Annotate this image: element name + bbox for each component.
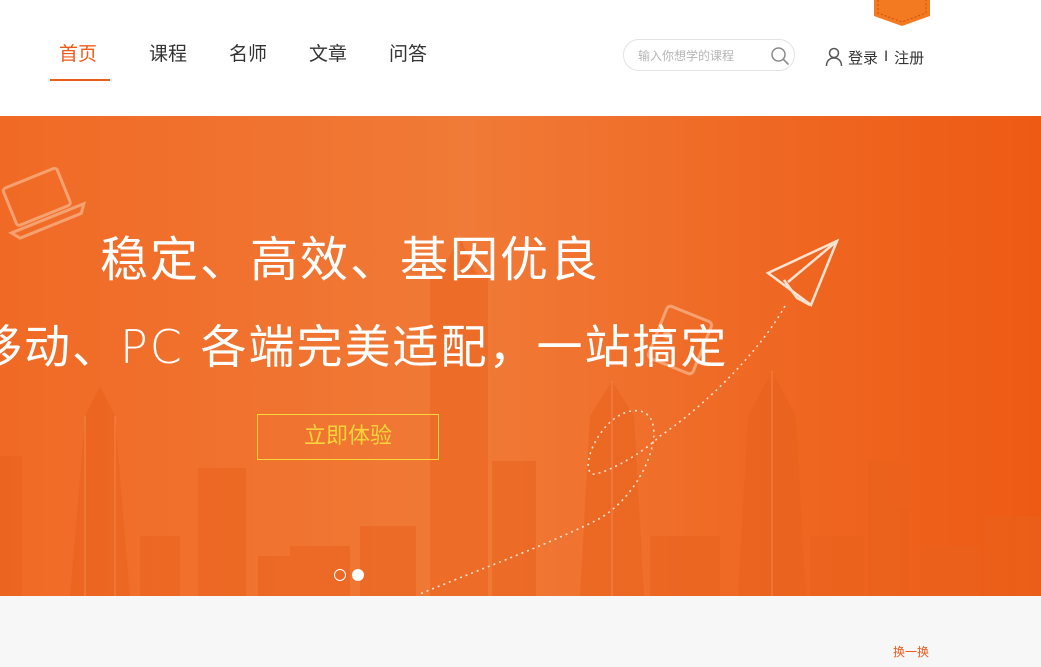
site-header: 首页 课程 名师 文章 问答 登录 I 注册 (0, 0, 1041, 116)
try-now-button[interactable]: 立即体验 (257, 414, 439, 460)
course-section: 换一换 (0, 596, 1041, 667)
search-box (623, 39, 795, 71)
login-link[interactable]: 登录 (848, 47, 878, 68)
auth-separator: I (884, 49, 889, 65)
nav-item-teachers[interactable]: 名师 (208, 38, 288, 82)
nav-item-articles[interactable]: 文章 (288, 38, 368, 82)
nav-item-home[interactable]: 首页 (48, 38, 110, 82)
banner-headline-2: 移动、PC 各端完美适配，一站搞定 (0, 320, 729, 374)
carousel-dot-1[interactable] (334, 569, 346, 581)
register-link[interactable]: 注册 (894, 47, 924, 68)
auth-links: 登录 I 注册 (825, 46, 924, 68)
refresh-link[interactable]: 换一换 (893, 643, 929, 660)
carousel-dot-2[interactable] (352, 569, 364, 581)
user-icon (825, 47, 843, 67)
ribbon-badge-icon[interactable] (874, 0, 930, 26)
search-input[interactable] (638, 46, 768, 66)
banner-headline-1: 稳定、高效、基因优良 (100, 232, 601, 288)
nav-item-courses[interactable]: 课程 (128, 38, 208, 82)
hero-banner[interactable]: 稳定、高效、基因优良 移动、PC 各端完美适配，一站搞定 立即体验 (0, 116, 1041, 596)
search-icon[interactable] (770, 46, 790, 66)
nav-item-qa[interactable]: 问答 (368, 38, 448, 82)
main-nav: 首页 课程 名师 文章 问答 (48, 38, 448, 82)
carousel-indicators (334, 569, 364, 581)
